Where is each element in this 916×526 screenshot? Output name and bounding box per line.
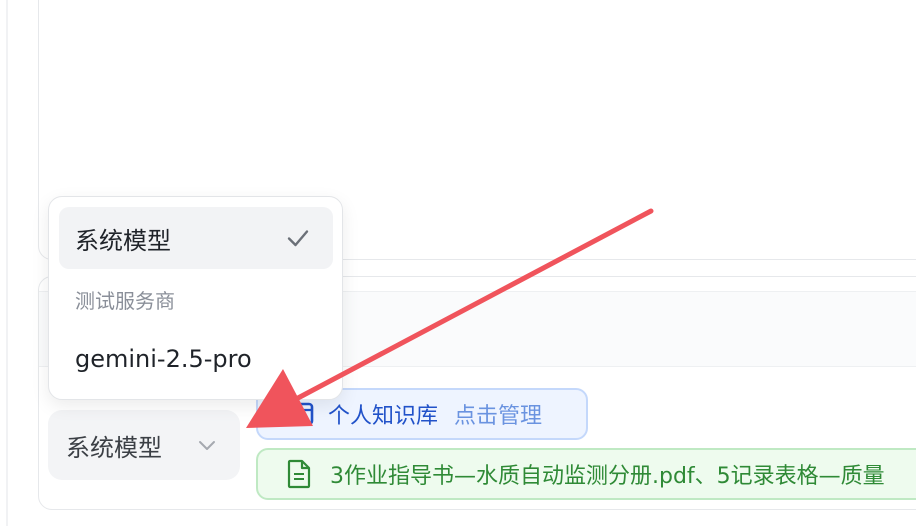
document-icon [287, 459, 311, 489]
knowledge-base-name: 个人知识库 [328, 404, 439, 429]
model-select-value: 系统模型 [66, 433, 162, 462]
folder-icon [284, 402, 314, 426]
model-dropdown-menu: 系统模型 测试服务商 gemini-2.5-pro [48, 196, 343, 400]
app-screen: 系统模型 测试服务商 gemini-2.5-pro 系统模型 个人知识库 点击管… [0, 0, 916, 526]
attached-files-name: 3作业指导书—水质自动监测分册.pdf、5记录表格—质量 [330, 464, 885, 489]
dropdown-option-system-model[interactable]: 系统模型 [59, 207, 333, 269]
chevron-down-icon [199, 441, 215, 450]
dropdown-option-gemini[interactable]: gemini-2.5-pro [59, 329, 333, 389]
left-divider [6, 0, 8, 526]
dropdown-group-label: 测试服务商 [75, 289, 175, 313]
dropdown-option-label: 系统模型 [75, 226, 171, 255]
attached-files-chip[interactable]: 3作业指导书—水质自动监测分册.pdf、5记录表格—质量 [256, 448, 916, 500]
dropdown-option-label: gemini-2.5-pro [75, 345, 252, 373]
knowledge-base-manage-link[interactable]: 点击管理 [454, 398, 542, 430]
checkmark-icon [287, 230, 309, 247]
